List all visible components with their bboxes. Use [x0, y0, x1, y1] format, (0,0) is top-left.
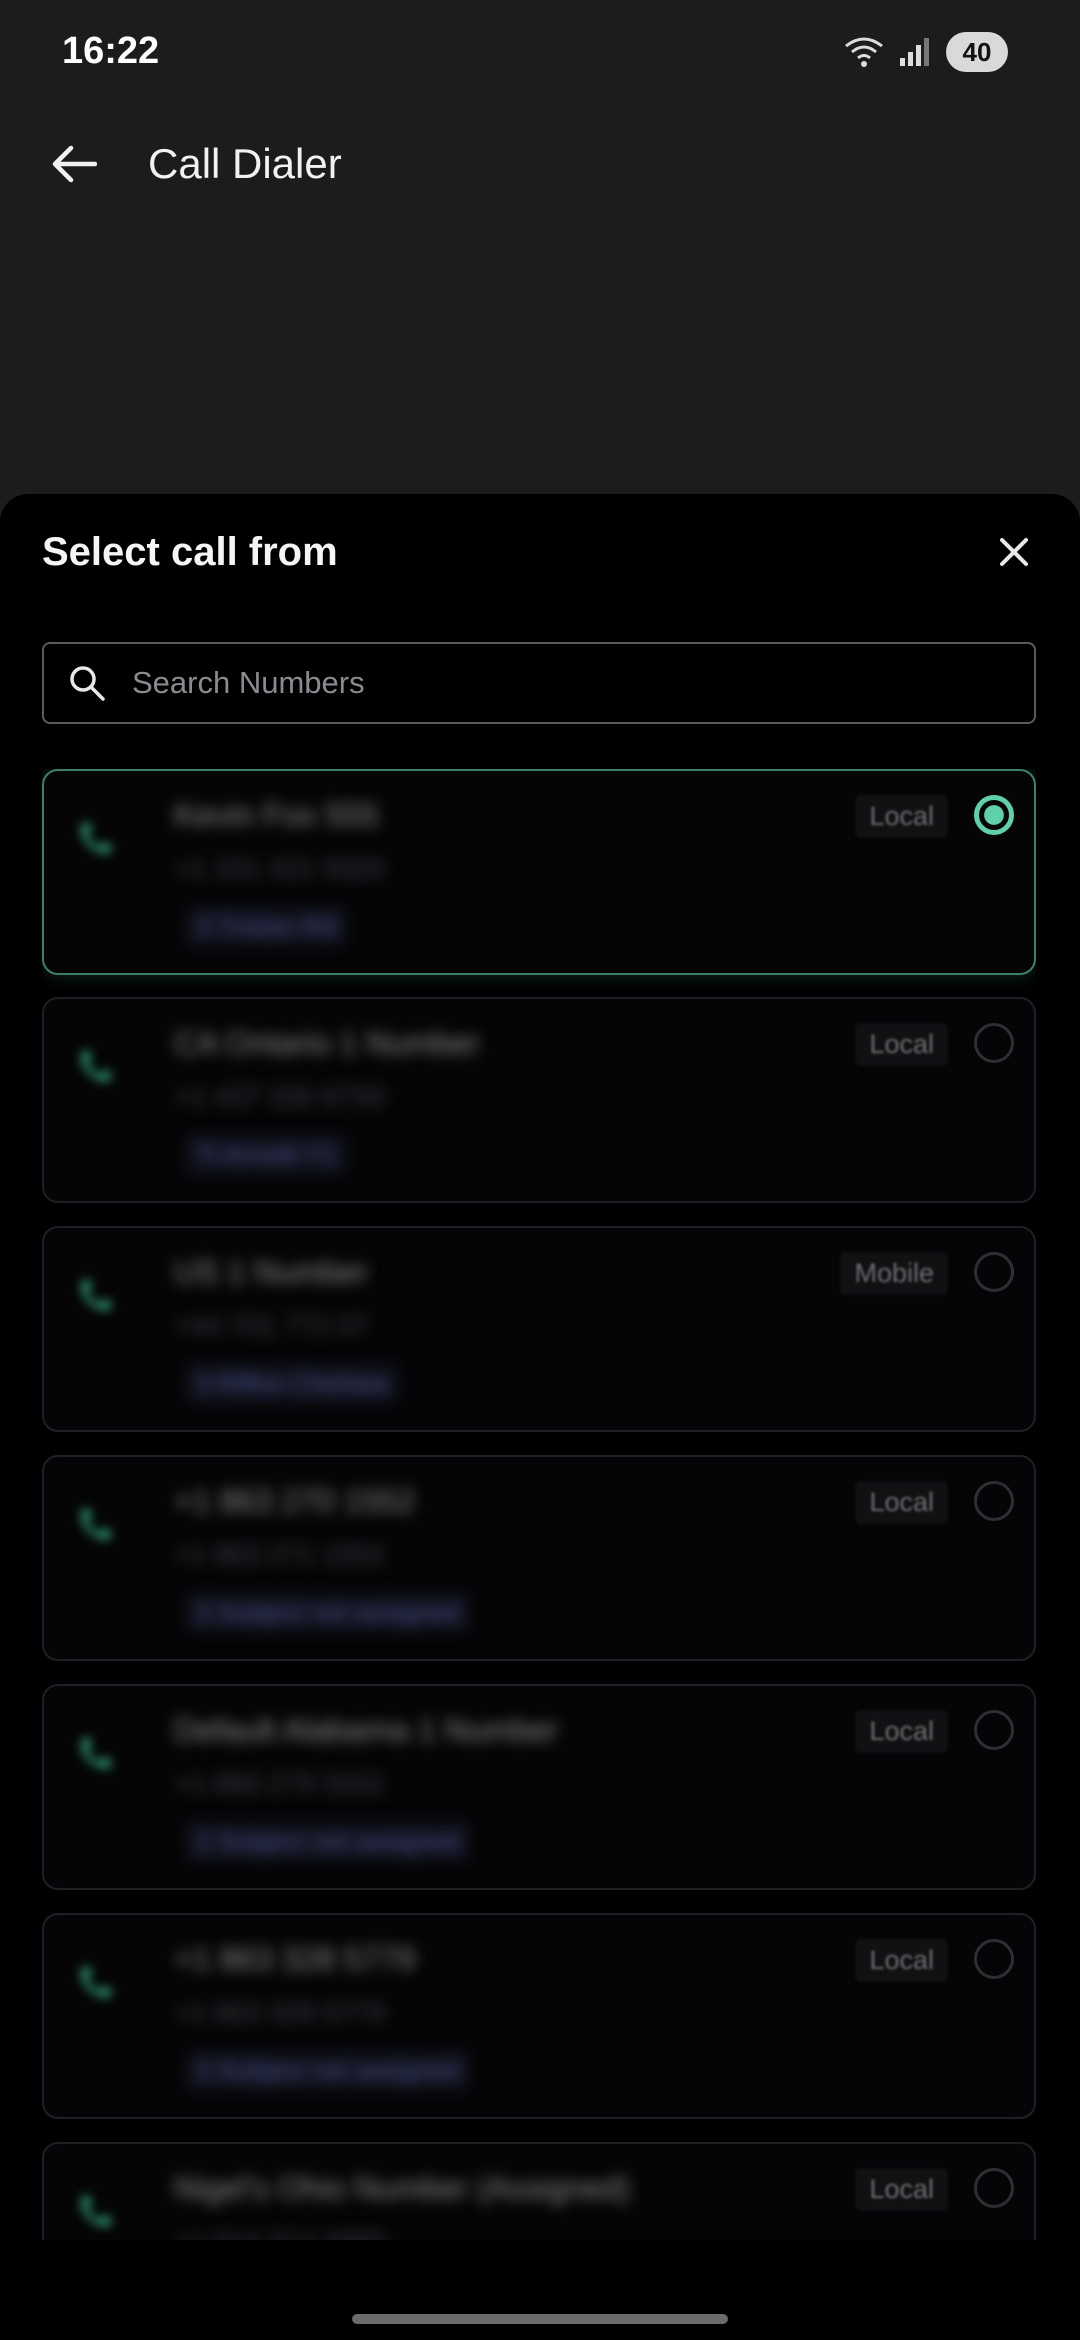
phone-icon	[72, 1961, 116, 2005]
signal-icon	[898, 36, 932, 68]
number-type-badge: Mobile	[840, 1252, 948, 1295]
assignment-label: Ti Arnold Y1	[186, 1135, 347, 1174]
assignment-label: 2 Subject not assigned	[186, 1822, 470, 1861]
sheet-title: Select call from	[42, 530, 338, 574]
number-type-badge: Local	[855, 1710, 948, 1753]
status-icons: 40	[844, 32, 1008, 72]
phone-icon	[72, 1732, 116, 1776]
number-type-badge: Local	[855, 1939, 948, 1982]
phone-icon	[72, 1045, 116, 1089]
phone-number: +1 331 421 5920	[174, 853, 385, 884]
home-indicator[interactable]	[352, 2314, 728, 2324]
number-name: +1 863 328 5779	[174, 1941, 416, 1977]
assignment-label: 3 Subject not assigned	[186, 2051, 470, 2090]
number-list-item[interactable]: Nigel's Ohio Number (Assigned) +1 614 312…	[42, 2142, 1036, 2240]
search-icon	[68, 663, 108, 703]
number-type-badge: Local	[855, 1023, 948, 1066]
phone-number: +1 863 271 1552	[174, 1539, 385, 1570]
select-radio[interactable]	[974, 1481, 1014, 1521]
app-bar: Call Dialer	[0, 110, 1080, 220]
select-call-from-sheet: Select call from Kevin Fox 555 +1 331 421…	[0, 494, 1080, 2340]
status-time: 16:22	[62, 30, 160, 72]
select-radio[interactable]	[974, 795, 1014, 835]
page-title: Call Dialer	[148, 140, 342, 187]
wifi-icon	[844, 36, 884, 68]
close-icon	[998, 536, 1030, 573]
number-name: +1 863 270 1552	[174, 1483, 416, 1519]
search-box[interactable]	[42, 642, 1036, 724]
phone-icon	[72, 1274, 116, 1318]
number-list-item[interactable]: US 1 Number +44 701 772 07 3 Riffon Chelse…	[42, 1226, 1036, 1432]
number-list-item[interactable]: CA Ontario 1 Number +1 437 330 6750 Ti Arn…	[42, 997, 1036, 1203]
phone-icon	[72, 1503, 116, 1547]
number-list-item[interactable]: Kevin Fox 555 +1 331 421 5920 3 Tristan Rd…	[42, 769, 1036, 975]
select-radio[interactable]	[974, 1939, 1014, 1979]
select-radio[interactable]	[974, 1252, 1014, 1292]
search-input[interactable]	[130, 652, 1034, 714]
phone-number: +1 863 328 5779	[174, 1997, 385, 2028]
phone-number: +1 614 312 4980	[174, 2226, 385, 2240]
status-bar: 16:22 40	[0, 0, 1080, 110]
select-radio[interactable]	[974, 1023, 1014, 1063]
phone-icon	[72, 817, 116, 861]
battery-indicator: 40	[946, 32, 1008, 72]
back-button[interactable]	[44, 136, 104, 196]
select-radio[interactable]	[974, 1710, 1014, 1750]
assignment-label: 3 Subject not assigned	[186, 1593, 470, 1632]
number-type-badge: Local	[855, 1481, 948, 1524]
back-arrow-icon	[51, 144, 98, 189]
number-type-badge: Local	[855, 795, 948, 838]
number-name: CA Ontario 1 Number	[174, 1025, 480, 1061]
close-button[interactable]	[988, 528, 1040, 580]
assignment-label: 3 Riffon Chelsea	[186, 1364, 398, 1403]
number-name: Nigel's Ohio Number (Assigned)	[174, 2170, 631, 2206]
assignment-label: 3 Tristan Rd	[186, 907, 347, 946]
phone-number: +1 866 279 3331	[174, 1768, 385, 1799]
number-list[interactable]: Kevin Fox 555 +1 331 421 5920 3 Tristan Rd…	[42, 769, 1036, 2240]
phone-icon	[72, 2190, 116, 2234]
phone-number: +1 437 330 6750	[174, 1081, 385, 1112]
number-name: US 1 Number	[174, 1254, 368, 1290]
select-radio[interactable]	[974, 2168, 1014, 2208]
number-list-item[interactable]: +1 863 328 5779 +1 863 328 5779 3 Subject …	[42, 1913, 1036, 2119]
number-name: Default Alabama 1 Number	[174, 1712, 559, 1748]
number-type-badge: Local	[855, 2168, 948, 2211]
number-list-item[interactable]: +1 863 270 1552 +1 863 271 1552 3 Subject …	[42, 1455, 1036, 1661]
number-name: Kevin Fox 555	[174, 797, 379, 833]
number-list-item[interactable]: Default Alabama 1 Number +1 866 279 3331 2…	[42, 1684, 1036, 1890]
phone-number: +44 701 772 07	[174, 1310, 370, 1341]
